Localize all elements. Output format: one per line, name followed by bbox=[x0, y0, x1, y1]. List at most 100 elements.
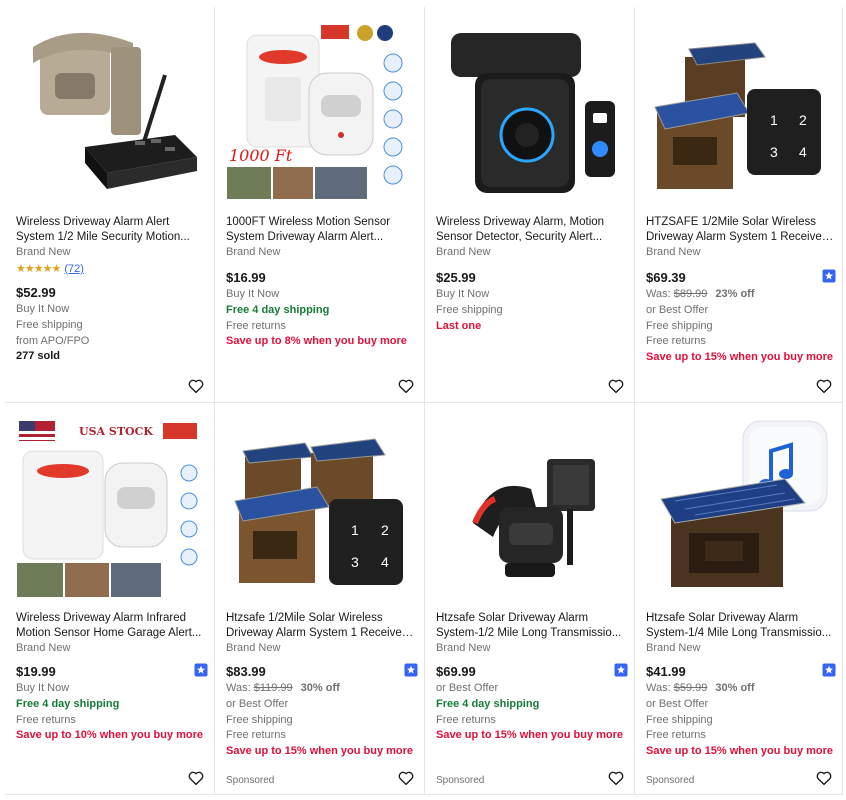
shipping-info: Free shipping bbox=[436, 303, 503, 316]
item-condition: Brand New bbox=[226, 642, 281, 654]
buying-format: Buy It Now bbox=[436, 288, 490, 300]
was-price-line: Was: $89.99 23% off bbox=[646, 287, 834, 303]
returns-info: Free returns bbox=[646, 335, 706, 348]
item-condition: Brand New bbox=[226, 246, 281, 258]
discount-text: 23% off bbox=[715, 288, 755, 300]
product-image[interactable] bbox=[15, 17, 205, 203]
was-label: Was: bbox=[646, 288, 674, 300]
product-image[interactable]: 1 2 3 4 bbox=[645, 17, 835, 203]
listing-price: $25.99 bbox=[436, 270, 476, 285]
product-image[interactable] bbox=[645, 413, 835, 599]
listing-price: $69.39 bbox=[646, 270, 686, 285]
search-results-grid: Wireless Driveway Alarm Alert System 1/2… bbox=[0, 0, 846, 800]
promo-text: Save up to 15% when you buy more bbox=[226, 745, 414, 758]
listing-card[interactable]: Htzsafe Solar Driveway Alarm System-1/2 … bbox=[425, 403, 635, 795]
listing-card[interactable]: Htzsafe Solar Driveway Alarm System-1/4 … bbox=[635, 403, 843, 795]
promo-text: Save up to 8% when you buy more bbox=[226, 335, 407, 348]
item-condition: Brand New bbox=[436, 246, 491, 258]
was-label: Was: bbox=[646, 682, 674, 694]
heart-icon[interactable] bbox=[397, 377, 415, 395]
promo-text: Save up to 15% when you buy more bbox=[436, 729, 624, 742]
best-offer: or Best Offer bbox=[436, 682, 499, 694]
stock-status: Last one bbox=[436, 319, 482, 332]
product-image[interactable] bbox=[435, 17, 625, 203]
shipping-info: Free 4 day shipping bbox=[16, 697, 120, 710]
product-image[interactable]: USA STOCK bbox=[15, 413, 205, 599]
was-label: Was: bbox=[226, 682, 254, 694]
item-condition: Brand New bbox=[646, 246, 701, 258]
product-image[interactable] bbox=[435, 413, 625, 599]
shipping-info: Free shipping bbox=[646, 713, 713, 726]
listing-title[interactable]: Wireless Driveway Alarm, Motion Sensor D… bbox=[436, 215, 624, 245]
listing-card[interactable]: 1 2 3 4 HTZSAFE 1/2Mile Solar Wireless D… bbox=[635, 7, 843, 403]
best-offer: or Best Offer bbox=[646, 303, 709, 316]
promo-text: Save up to 10% when you buy more bbox=[16, 729, 204, 742]
heart-icon[interactable] bbox=[607, 377, 625, 395]
promo-text: Save up to 15% when you buy more bbox=[646, 745, 834, 758]
listing-price: $69.99 bbox=[436, 664, 476, 679]
sold-count: 277 sold bbox=[16, 350, 61, 363]
listing-card[interactable]: Wireless Driveway Alarm, Motion Sensor D… bbox=[425, 7, 635, 403]
returns-info: Free returns bbox=[646, 729, 706, 742]
image-overlay-text: 1000 Ft bbox=[229, 146, 293, 165]
sponsored-label: Sponsored bbox=[436, 775, 485, 786]
rating-stars: ★★★★★ bbox=[16, 263, 61, 275]
listing-card[interactable]: USA STOCK Wireless Driveway Alarm Infrar… bbox=[5, 403, 215, 795]
shipping-info: Free shipping bbox=[16, 318, 83, 331]
sponsored-label: Sponsored bbox=[646, 775, 695, 786]
was-price: $89.99 bbox=[673, 288, 708, 300]
product-image[interactable]: 1 2 3 4 bbox=[225, 413, 415, 599]
was-price: $59.99 bbox=[673, 682, 708, 694]
heart-icon[interactable] bbox=[187, 377, 205, 395]
listing-card[interactable]: 1 2 3 4 Htzsafe 1/2Mile Solar Wireless D… bbox=[215, 403, 425, 795]
buying-format: Buy It Now bbox=[226, 288, 280, 300]
listing-title[interactable]: Htzsafe Solar Driveway Alarm System-1/4 … bbox=[646, 611, 834, 641]
item-condition: Brand New bbox=[16, 246, 71, 258]
listing-title[interactable]: Htzsafe Solar Driveway Alarm System-1/2 … bbox=[436, 611, 624, 641]
discount-text: 30% off bbox=[715, 682, 755, 694]
heart-icon[interactable] bbox=[815, 769, 833, 787]
shipping-info: Free shipping bbox=[646, 319, 713, 332]
item-condition: Brand New bbox=[16, 642, 71, 654]
keypad-digit: 1 bbox=[351, 522, 359, 538]
star-rating[interactable]: ★★★★★ (72) bbox=[16, 262, 84, 275]
heart-icon[interactable] bbox=[187, 769, 205, 787]
review-count-link[interactable]: (72) bbox=[64, 263, 84, 275]
listing-price: $41.99 bbox=[646, 664, 686, 679]
listing-title[interactable]: Wireless Driveway Alarm Infrared Motion … bbox=[16, 611, 204, 641]
promo-text: Save up to 15% when you buy more bbox=[646, 351, 834, 364]
discount-text: 30% off bbox=[300, 682, 340, 694]
keypad-digit: 3 bbox=[770, 144, 778, 160]
heart-icon[interactable] bbox=[815, 377, 833, 395]
item-location: from APO/FPO bbox=[16, 334, 90, 347]
was-price-line: Was: $59.99 30% off bbox=[646, 681, 834, 697]
listing-price: $83.99 bbox=[226, 664, 266, 679]
image-overlay-text: USA STOCK bbox=[79, 425, 153, 438]
returns-info: Free returns bbox=[436, 713, 496, 726]
listing-price: $16.99 bbox=[226, 270, 266, 285]
heart-icon[interactable] bbox=[397, 769, 415, 787]
listing-title[interactable]: 1000FT Wireless Motion Sensor System Dri… bbox=[226, 215, 414, 245]
was-price: $119.99 bbox=[253, 682, 293, 694]
shipping-info: Free 4 day shipping bbox=[226, 303, 330, 316]
best-offer: or Best Offer bbox=[226, 697, 289, 710]
heart-icon[interactable] bbox=[607, 769, 625, 787]
shipping-info: Free shipping bbox=[226, 713, 293, 726]
product-image[interactable]: 1000 Ft bbox=[225, 17, 415, 203]
listing-title[interactable]: HTZSAFE 1/2Mile Solar Wireless Driveway … bbox=[646, 215, 834, 245]
listing-title[interactable]: Wireless Driveway Alarm Alert System 1/2… bbox=[16, 215, 204, 245]
item-condition: Brand New bbox=[436, 642, 491, 654]
keypad-digit: 3 bbox=[351, 554, 359, 570]
listing-title[interactable]: Htzsafe 1/2Mile Solar Wireless Driveway … bbox=[226, 611, 414, 641]
returns-info: Free returns bbox=[226, 729, 286, 742]
keypad-digit: 2 bbox=[381, 522, 389, 538]
shipping-info: Free 4 day shipping bbox=[436, 697, 540, 710]
returns-info: Free returns bbox=[226, 319, 286, 332]
keypad-digit: 1 bbox=[770, 112, 778, 128]
item-condition: Brand New bbox=[646, 642, 701, 654]
listing-card[interactable]: 1000 Ft 1000FT Wireless Motion Sensor Sy… bbox=[215, 7, 425, 403]
returns-info: Free returns bbox=[16, 713, 76, 726]
keypad-digit: 4 bbox=[799, 144, 807, 160]
listing-card[interactable]: Wireless Driveway Alarm Alert System 1/2… bbox=[5, 7, 215, 403]
buying-format: Buy It Now bbox=[16, 303, 70, 315]
